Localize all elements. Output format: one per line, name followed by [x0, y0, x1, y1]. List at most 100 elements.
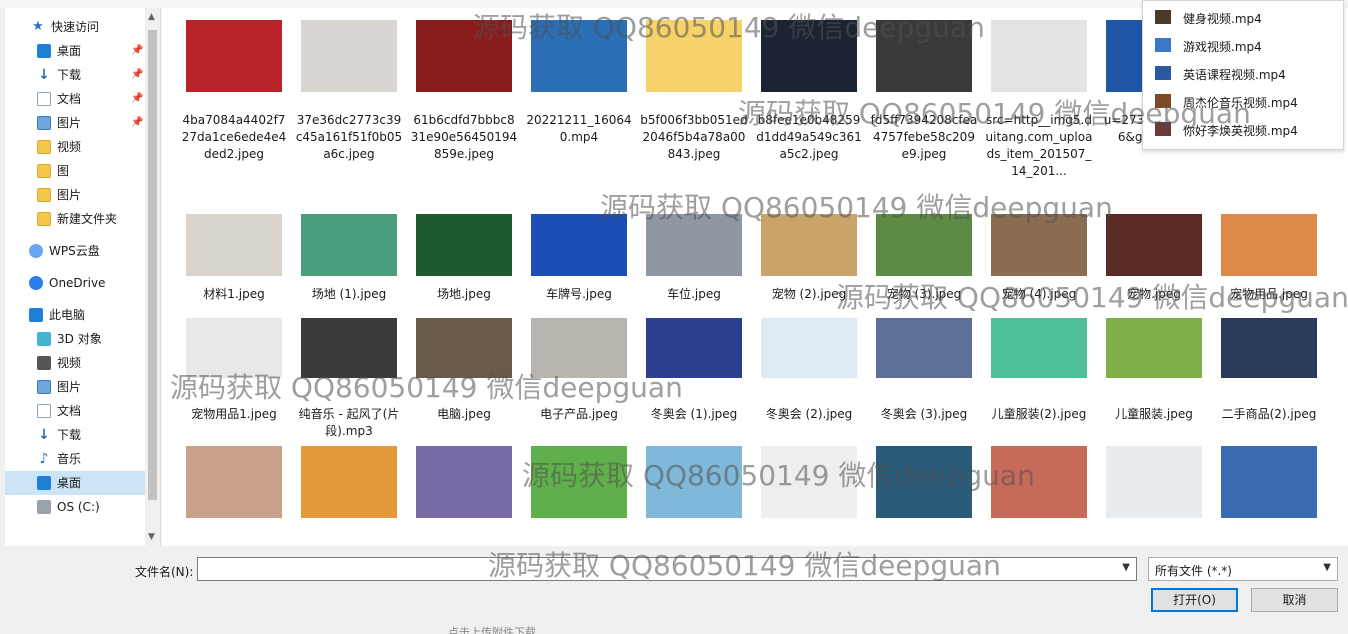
file-thumbnail[interactable] — [991, 318, 1087, 378]
desktop-icon — [37, 44, 51, 58]
sidebar-item[interactable]: ↓ 下载 📌 — [5, 63, 145, 87]
sidebar-item[interactable]: 视频 — [5, 135, 145, 159]
dropdown-item[interactable]: 周杰伦音乐视频.mp4 — [1143, 87, 1343, 115]
scroll-thumb[interactable] — [148, 30, 157, 500]
sidebar-item[interactable]: ★ 快速访问 — [5, 15, 145, 39]
desktop-icon — [37, 476, 51, 490]
file-thumbnail[interactable] — [761, 318, 857, 378]
file-thumbnail[interactable] — [301, 20, 397, 92]
scroll-up-arrow-icon[interactable]: ▲ — [148, 12, 155, 22]
file-thumbnail[interactable] — [876, 446, 972, 518]
filename-input[interactable]: ▼ — [197, 557, 1137, 581]
sidebar-item[interactable]: WPS云盘 — [5, 239, 145, 263]
file-name: 宠物.jpeg — [1127, 287, 1181, 301]
sidebar-item[interactable]: 文档 📌 — [5, 87, 145, 111]
pin-icon[interactable]: 📌 — [131, 63, 143, 87]
file-thumbnail[interactable] — [531, 214, 627, 276]
file-thumbnail[interactable] — [186, 318, 282, 378]
file-name: 冬奥会 (2).jpeg — [765, 407, 853, 421]
file-thumbnail[interactable] — [531, 318, 627, 378]
open-button[interactable]: 打开(O) — [1151, 588, 1238, 612]
sidebar-item[interactable]: ↓ 下载 — [5, 423, 145, 447]
download-icon: ↓ — [38, 67, 50, 83]
file-thumbnail[interactable] — [416, 446, 512, 518]
sidebar-item[interactable]: ♪ 音乐 — [5, 447, 145, 471]
file-thumbnail[interactable] — [1106, 214, 1202, 276]
file-thumbnail[interactable] — [646, 20, 742, 92]
pin-icon[interactable]: 📌 — [131, 87, 143, 111]
sidebar-item[interactable]: OneDrive — [5, 271, 145, 295]
navigation-scrollbar[interactable]: ▲ ▼ — [145, 8, 160, 546]
sidebar-item[interactable]: 3D 对象 — [5, 327, 145, 351]
document-icon — [37, 404, 51, 418]
file-thumbnail[interactable] — [301, 446, 397, 518]
file-thumbnail[interactable] — [761, 214, 857, 276]
file-thumbnail[interactable] — [876, 214, 972, 276]
dropdown-item[interactable]: 游戏视频.mp4 — [1143, 31, 1343, 59]
file-thumbnail[interactable] — [301, 214, 397, 276]
pin-icon[interactable]: 📌 — [131, 39, 143, 63]
sidebar-item[interactable]: 文档 — [5, 399, 145, 423]
file-thumbnail[interactable] — [646, 446, 742, 518]
file-thumbnail[interactable] — [186, 214, 282, 276]
file-suggestion-dropdown[interactable]: 健身视频.mp4 游戏视频.mp4 英语课程视频.mp4 周杰伦音乐视频.mp4 你好李… — [1142, 0, 1344, 150]
sidebar-item[interactable]: 此电脑 — [5, 303, 145, 327]
file-name: 场地.jpeg — [437, 287, 491, 301]
file-type-select[interactable]: 所有文件 (*.*) ▼ — [1148, 557, 1338, 581]
sidebar-item[interactable]: 新建文件夹 — [5, 207, 145, 231]
dropdown-item[interactable]: 你好李焕英视频.mp4 — [1143, 115, 1343, 143]
file-thumbnail[interactable] — [416, 214, 512, 276]
sidebar-item[interactable]: 视频 — [5, 351, 145, 375]
file-thumbnail[interactable] — [1221, 446, 1317, 518]
file-name: b8fee1e0b48259d1dd49a549c361a5c2.jpeg — [756, 113, 862, 161]
file-thumbnail[interactable] — [876, 20, 972, 92]
file-thumbnail[interactable] — [991, 214, 1087, 276]
dropdown-item[interactable]: 健身视频.mp4 — [1143, 3, 1343, 31]
cancel-button[interactable]: 取消 — [1251, 588, 1338, 612]
file-thumbnail[interactable] — [1106, 318, 1202, 378]
file-thumbnail[interactable] — [991, 20, 1087, 92]
sidebar-item[interactable]: 图片 — [5, 375, 145, 399]
file-thumbnail[interactable] — [301, 318, 397, 378]
sidebar-item[interactable]: 桌面 📌 — [5, 39, 145, 63]
file-thumbnail[interactable] — [416, 318, 512, 378]
sidebar-item[interactable]: 图片 — [5, 183, 145, 207]
sidebar-item-label: 快速访问 — [51, 20, 100, 34]
sidebar-item[interactable]: 桌面 — [5, 471, 145, 495]
file-thumbnail[interactable] — [876, 318, 972, 378]
wps-cloud-icon — [29, 244, 43, 258]
sidebar-item[interactable]: OS (C:) — [5, 495, 145, 519]
dropdown-item[interactable]: 英语课程视频.mp4 — [1143, 59, 1343, 87]
sidebar-item[interactable]: 图 — [5, 159, 145, 183]
dropdown-item-label: 你好李焕英视频.mp4 — [1183, 124, 1298, 138]
file-thumbnail[interactable] — [186, 20, 282, 92]
document-icon — [37, 92, 51, 106]
sidebar-item[interactable]: 图片 📌 — [5, 111, 145, 135]
folder-icon — [37, 164, 51, 178]
file-thumbnail[interactable] — [761, 446, 857, 518]
file-thumbnail[interactable] — [646, 318, 742, 378]
chevron-down-icon[interactable]: ▼ — [1323, 562, 1331, 573]
file-name: 宠物 (3).jpeg — [886, 287, 962, 301]
sidebar-item-label: WPS云盘 — [49, 244, 100, 258]
pin-icon[interactable]: 📌 — [131, 111, 143, 135]
file-name: 纯音乐 - 起风了(片段).mp3 — [298, 407, 400, 438]
file-name: 宠物用品1.jpeg — [191, 407, 277, 421]
file-thumbnail[interactable] — [416, 20, 512, 92]
file-thumbnail[interactable] — [1221, 318, 1317, 378]
file-thumbnail[interactable] — [1106, 446, 1202, 518]
file-type-value: 所有文件 (*.*) — [1155, 564, 1232, 578]
dropdown-item-label: 英语课程视频.mp4 — [1183, 68, 1286, 82]
file-thumbnail[interactable] — [531, 20, 627, 92]
scroll-down-arrow-icon[interactable]: ▼ — [148, 532, 155, 542]
file-thumbnail[interactable] — [1221, 214, 1317, 276]
file-name: fd5ff7394208cfea4757febe58c209e9.jpeg — [870, 113, 978, 161]
video-thumbnail-icon — [1155, 122, 1171, 136]
file-thumbnail[interactable] — [761, 20, 857, 92]
chevron-down-icon[interactable]: ▼ — [1122, 562, 1130, 573]
navigation-pane[interactable]: ★ 快速访问 桌面 📌 ↓ 下载 📌 文档 📌 图片 📌 视频图图片 新建文件夹 WPS云盘 OneDriv… — [5, 8, 161, 546]
file-thumbnail[interactable] — [186, 446, 282, 518]
file-thumbnail[interactable] — [646, 214, 742, 276]
file-thumbnail[interactable] — [991, 446, 1087, 518]
file-thumbnail[interactable] — [531, 446, 627, 518]
